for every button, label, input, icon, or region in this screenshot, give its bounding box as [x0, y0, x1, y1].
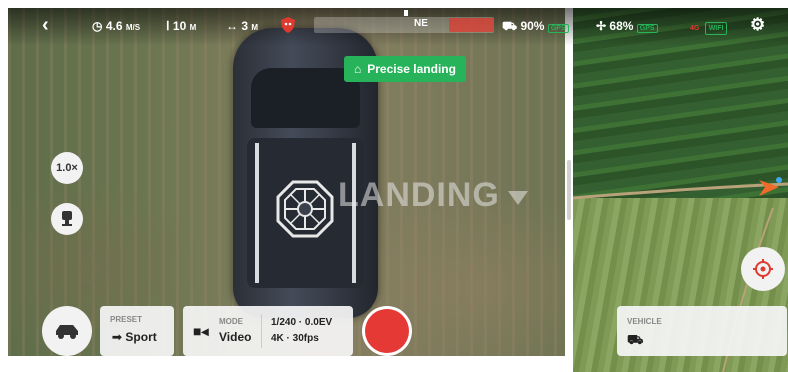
record-button[interactable] — [362, 306, 412, 356]
speed-readout: ◷ 4.6 M/S — [92, 19, 141, 33]
landing-status-text: LANDING — [338, 176, 500, 214]
panel-divider — [261, 314, 262, 348]
height-icon: Ⅰ — [166, 19, 170, 33]
compass-bar: NE — [314, 10, 494, 33]
down-arrow-icon — [508, 191, 528, 205]
car-icon: ⛟ — [502, 19, 518, 33]
resolution-readout: 4K · 30fps — [271, 333, 319, 344]
alert-shield-icon[interactable] — [280, 16, 296, 37]
back-button[interactable]: ‹ — [42, 14, 49, 37]
gimbal-button[interactable] — [51, 203, 83, 235]
drone-battery: ✢ 68% GPS — [596, 19, 658, 33]
camera-feed[interactable]: LANDING — [8, 8, 565, 356]
network-status: 4G WIFI — [688, 19, 728, 35]
mode-selector[interactable]: ■◂ MODE Video 1/240 · 0.0EV 4K · 30fps — [183, 306, 353, 356]
compass-pointer — [404, 10, 408, 16]
car-icon: ⛟ — [627, 332, 644, 347]
height-readout: Ⅰ 10 M — [166, 19, 197, 33]
exposure-readout: 1/240 · 0.0EV — [271, 317, 333, 328]
vehicle-mode-button[interactable] — [42, 306, 92, 356]
landing-pad-icon — [276, 180, 334, 238]
target-icon — [753, 259, 773, 279]
offroad-vehicle-icon — [56, 325, 78, 339]
gimbal-icon — [62, 211, 72, 226]
drone-position-icon — [759, 177, 782, 196]
compass-warning-zone — [449, 18, 494, 32]
preset-selector[interactable]: PRESET ➟ Sport — [100, 306, 174, 356]
home-icon: ⌂ — [354, 62, 362, 76]
settings-button[interactable]: ⚙ — [750, 15, 765, 35]
speed-icon: ◷ — [92, 19, 103, 33]
top-status-bar: ‹ ◷ 4.6 M/S Ⅰ 10 M ↔ 3 M NE ⛟ 90% GPS ✢ … — [8, 8, 788, 46]
locate-button[interactable] — [741, 247, 785, 291]
split-handle[interactable] — [567, 160, 571, 220]
sport-car-icon: ➟ — [112, 330, 123, 344]
drone-app: LANDING ‹ ◷ 4.6 M/S Ⅰ 10 M ↔ 3 M NE ⛟ 90… — [0, 0, 788, 372]
distance-icon: ↔ — [226, 19, 238, 33]
drone-icon: ✢ — [596, 19, 607, 33]
vehicle-battery: ⛟ 90% GPS — [502, 19, 569, 35]
video-camera-icon: ■◂ — [193, 323, 209, 339]
vehicle-panel[interactable]: VEHICLE ⛟ — [617, 306, 787, 356]
zoom-button[interactable]: 1.0× — [51, 152, 83, 184]
precise-landing-banner: ⌂ Precise landing — [344, 56, 466, 82]
distance-readout: ↔ 3 M — [226, 19, 259, 33]
